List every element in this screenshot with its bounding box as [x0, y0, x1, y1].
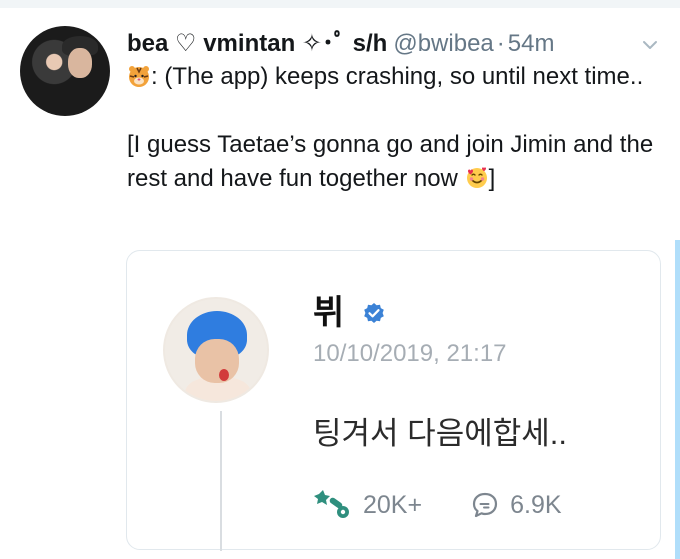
- tweet-text-line2-end: ]: [488, 165, 496, 192]
- avatar-figure-face: [68, 48, 92, 78]
- card-author-name[interactable]: 뷔: [313, 293, 344, 333]
- card-text: 팅겨서 다음에합세..: [313, 416, 567, 451]
- like-wand-icon: [314, 490, 349, 518]
- like-stat[interactable]: 20K+: [313, 488, 422, 522]
- card-avatar-figure-accent: [219, 369, 229, 381]
- tweet-text-line2: [I guess Taetae’s gonna go and join Jimi…: [127, 131, 654, 192]
- tweet-text-line1: : (The app) keeps crashing, so until nex…: [151, 63, 644, 90]
- comment-icon: [472, 492, 498, 518]
- thread-line: [220, 411, 222, 551]
- chevron-down-icon[interactable]: [641, 36, 659, 54]
- smiling-hearts-emoji: [466, 167, 487, 188]
- card-avatar[interactable]: [163, 297, 269, 403]
- timestamp[interactable]: 54m: [508, 30, 555, 57]
- separator-dot: ·: [496, 30, 505, 57]
- embedded-post-card[interactable]: 뷔 10/10/2019, 21:17 팅겨서 다음에합세.. 20K+ 6.9…: [126, 250, 661, 551]
- card-avatar-figure-face: [195, 339, 239, 383]
- card-date: 10/10/2019, 21:17: [313, 340, 507, 367]
- tiger-emoji: [129, 66, 149, 87]
- comment-count: 6.9K: [510, 490, 562, 519]
- card-stats: 20K+ 6.9K: [313, 487, 562, 523]
- handle[interactable]: @bwibea: [393, 30, 493, 57]
- tweet[interactable]: bea ♡ vmintan ✧･ﾟ s/h @bwibea · 54m : (The …: [0, 0, 680, 559]
- avatar[interactable]: [20, 26, 110, 116]
- tweet-header: bea ♡ vmintan ✧･ﾟ s/h @bwibea · 54m: [127, 28, 554, 60]
- comment-stat[interactable]: 6.9K: [470, 490, 562, 520]
- display-name[interactable]: bea ♡ vmintan ✧･ﾟ s/h: [127, 30, 387, 57]
- tweet-text: : (The app) keeps crashing, so until nex…: [127, 60, 672, 196]
- verified-badge-icon: [364, 303, 384, 323]
- like-count: 20K+: [363, 490, 423, 519]
